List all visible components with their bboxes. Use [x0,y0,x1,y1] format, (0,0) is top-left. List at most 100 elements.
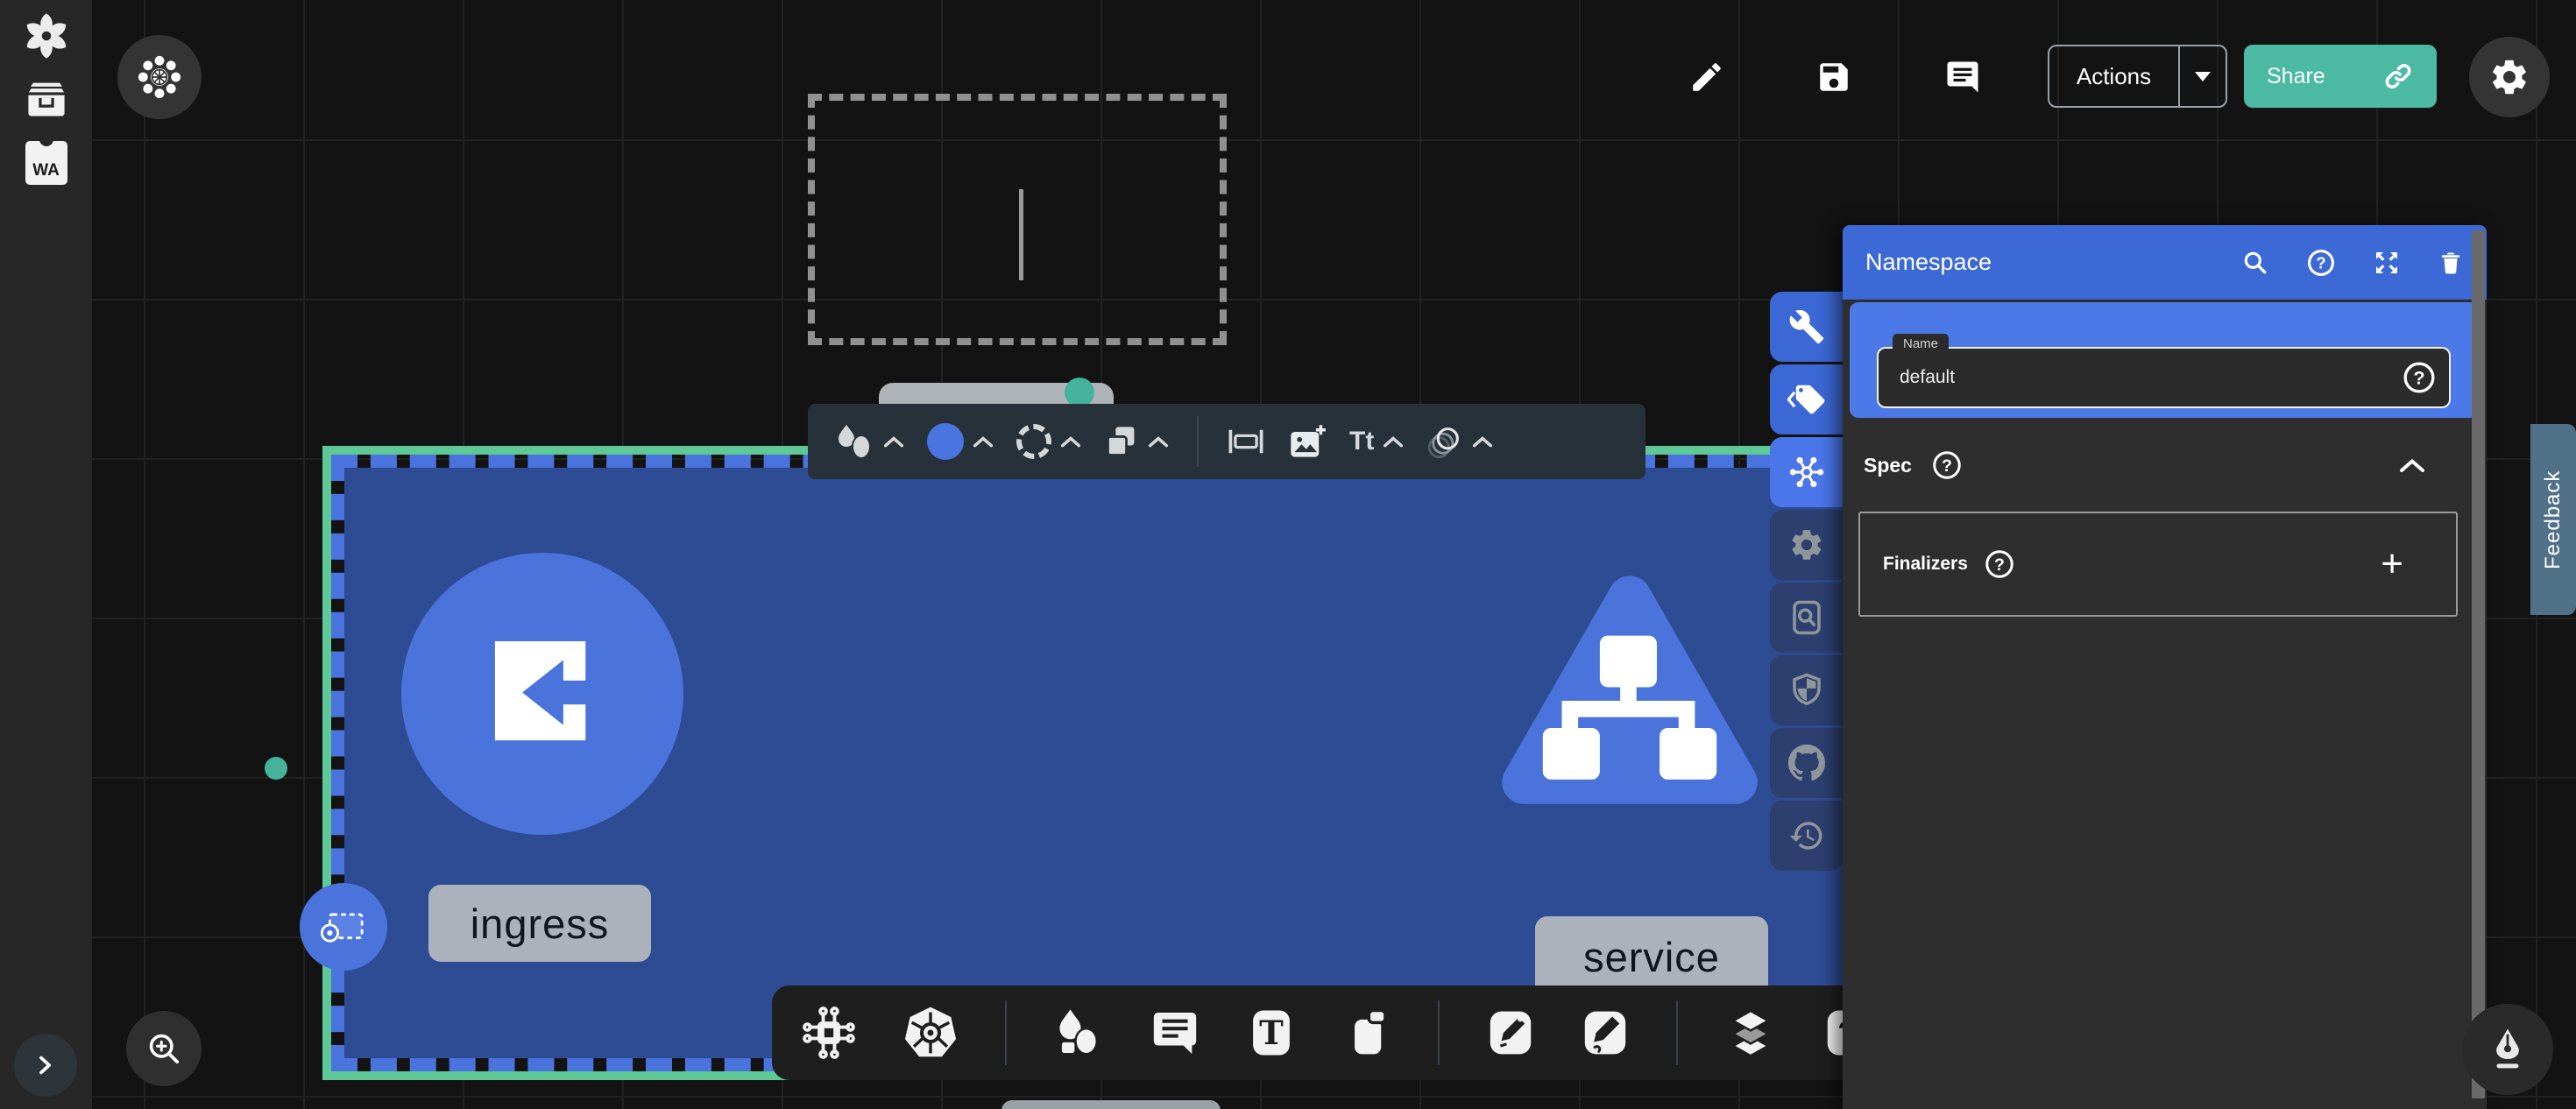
panel-scrollbar[interactable] [2472,230,2485,1098]
quick-add-button[interactable] [117,35,202,119]
settings-button[interactable] [2469,37,2550,117]
wrench-icon [1788,308,1825,345]
trash-icon[interactable] [2438,249,2464,277]
edit-button[interactable] [1688,58,1726,96]
comment-icon [1944,59,1981,95]
name-field-wrap: Name ? [1877,347,2451,408]
tab-history[interactable] [1770,801,1844,871]
help-icon[interactable]: ? [2306,248,2336,278]
share-button[interactable]: Share [2244,45,2437,108]
tab-settings[interactable] [1770,510,1844,580]
actions-button[interactable]: Actions [2049,46,2178,106]
chevron-up-icon[interactable] [1472,435,1493,448]
expand-icon[interactable] [2373,249,2401,277]
hidden-label-shape-bottom[interactable] [1001,1100,1221,1109]
tab-github[interactable] [1770,728,1844,798]
copy-style-tool[interactable] [1104,424,1169,459]
finalizers-label: Finalizers [1883,554,1968,575]
pencil-icon [1688,59,1725,95]
connector-dot[interactable] [1065,378,1094,407]
node-circuit-tool[interactable] [802,1006,856,1060]
tab-wrench[interactable] [1770,292,1844,362]
chevron-up-icon[interactable] [883,435,904,448]
comment-tool[interactable] [1150,1007,1200,1058]
tag-icon [1787,382,1826,417]
spec-section-header[interactable]: Spec ? [1864,446,2466,484]
layers-icon [1724,1007,1777,1059]
flower-network-icon [136,53,183,101]
comment-button[interactable] [1943,58,1982,96]
fill-color-tool[interactable] [927,423,994,460]
ingress-label[interactable]: ingress [428,885,651,962]
github-icon [1787,744,1826,782]
archive-button[interactable] [0,76,92,122]
text-box-selection[interactable] [808,94,1227,345]
wasm-label: WA [32,161,60,180]
history-icon [1788,817,1825,854]
namespace-panel: Namespace ? [1843,225,2487,1109]
ingress-node[interactable] [401,553,683,835]
text-style-tool[interactable]: Tt [1349,427,1404,456]
search-icon[interactable] [2241,249,2269,277]
opacity-icon [1426,423,1463,460]
layers-tool[interactable] [1724,1007,1777,1059]
finalizers-box: Finalizers ? + [1858,512,2458,617]
zoom-in-button[interactable] [126,1011,202,1086]
stroke-style-tool[interactable] [1016,424,1081,459]
text-style-label: Tt [1349,427,1374,456]
name-input[interactable] [1877,347,2451,408]
pen-nib-icon [2486,1026,2530,1073]
archive-icon [24,76,69,122]
pencil-draw-tool[interactable] [1581,1007,1630,1058]
text-cursor [1019,189,1023,280]
frame-tool[interactable] [1342,1007,1391,1058]
fill-color-swatch [927,423,964,460]
text-tool-glyph: T [1259,1014,1284,1052]
chevron-up-icon[interactable] [973,435,994,448]
image-add-tool[interactable] [1288,423,1327,460]
wasm-button[interactable]: WA [0,141,92,185]
tab-preview[interactable] [1770,583,1844,653]
connector-dot[interactable] [265,757,287,780]
service-node[interactable] [1490,565,1770,837]
opacity-tool[interactable] [1426,423,1493,460]
resize-tool[interactable] [1227,424,1265,459]
shapes-tool[interactable] [1052,1007,1103,1058]
pen-tool[interactable] [1486,1007,1535,1058]
pinwheel-logo-icon [22,11,71,60]
ink-pen-button[interactable] [2462,1004,2553,1095]
help-icon[interactable]: ? [2402,360,2437,395]
collapse-chevron-icon[interactable] [2399,457,2425,473]
actions-dropdown-button[interactable] [2180,46,2226,106]
tab-security[interactable] [1770,655,1844,725]
wasm-icon: WA [25,141,67,185]
toolbar-divider [1197,416,1199,467]
tab-labels[interactable] [1770,364,1844,434]
feedback-tab[interactable]: Feedback [2530,424,2576,615]
toolbar-divider [1438,1000,1440,1065]
pencil-draw-icon [1581,1007,1630,1058]
copy-style-icon [1104,424,1139,459]
service-label-text: service [1583,933,1720,981]
resize-icon [1227,424,1265,459]
help-icon[interactable]: ? [1931,449,1963,481]
pen-tool-icon [1486,1007,1535,1058]
chevron-up-icon[interactable] [1148,435,1169,448]
kubernetes-tool[interactable] [902,1005,959,1061]
help-icon[interactable]: ? [1984,548,2015,580]
name-field-label: Name [1893,334,1949,354]
expand-sidebar-button[interactable] [14,1034,77,1097]
namespace-badge[interactable] [300,883,387,971]
dropdown-caret-icon [2195,72,2211,81]
chevron-up-icon[interactable] [1383,435,1404,448]
gear-icon [2488,56,2530,98]
text-tool[interactable]: T [1247,1007,1296,1058]
shape-style-tool[interactable] [834,423,904,460]
actions-split-button: Actions [2048,45,2227,108]
app-logo[interactable] [0,11,92,60]
chevron-up-icon[interactable] [1060,435,1081,448]
save-button[interactable] [1815,58,1853,96]
svg-text:?: ? [1994,555,2005,575]
tab-topology[interactable] [1770,437,1844,507]
add-finalizer-button[interactable]: + [2381,545,2403,583]
